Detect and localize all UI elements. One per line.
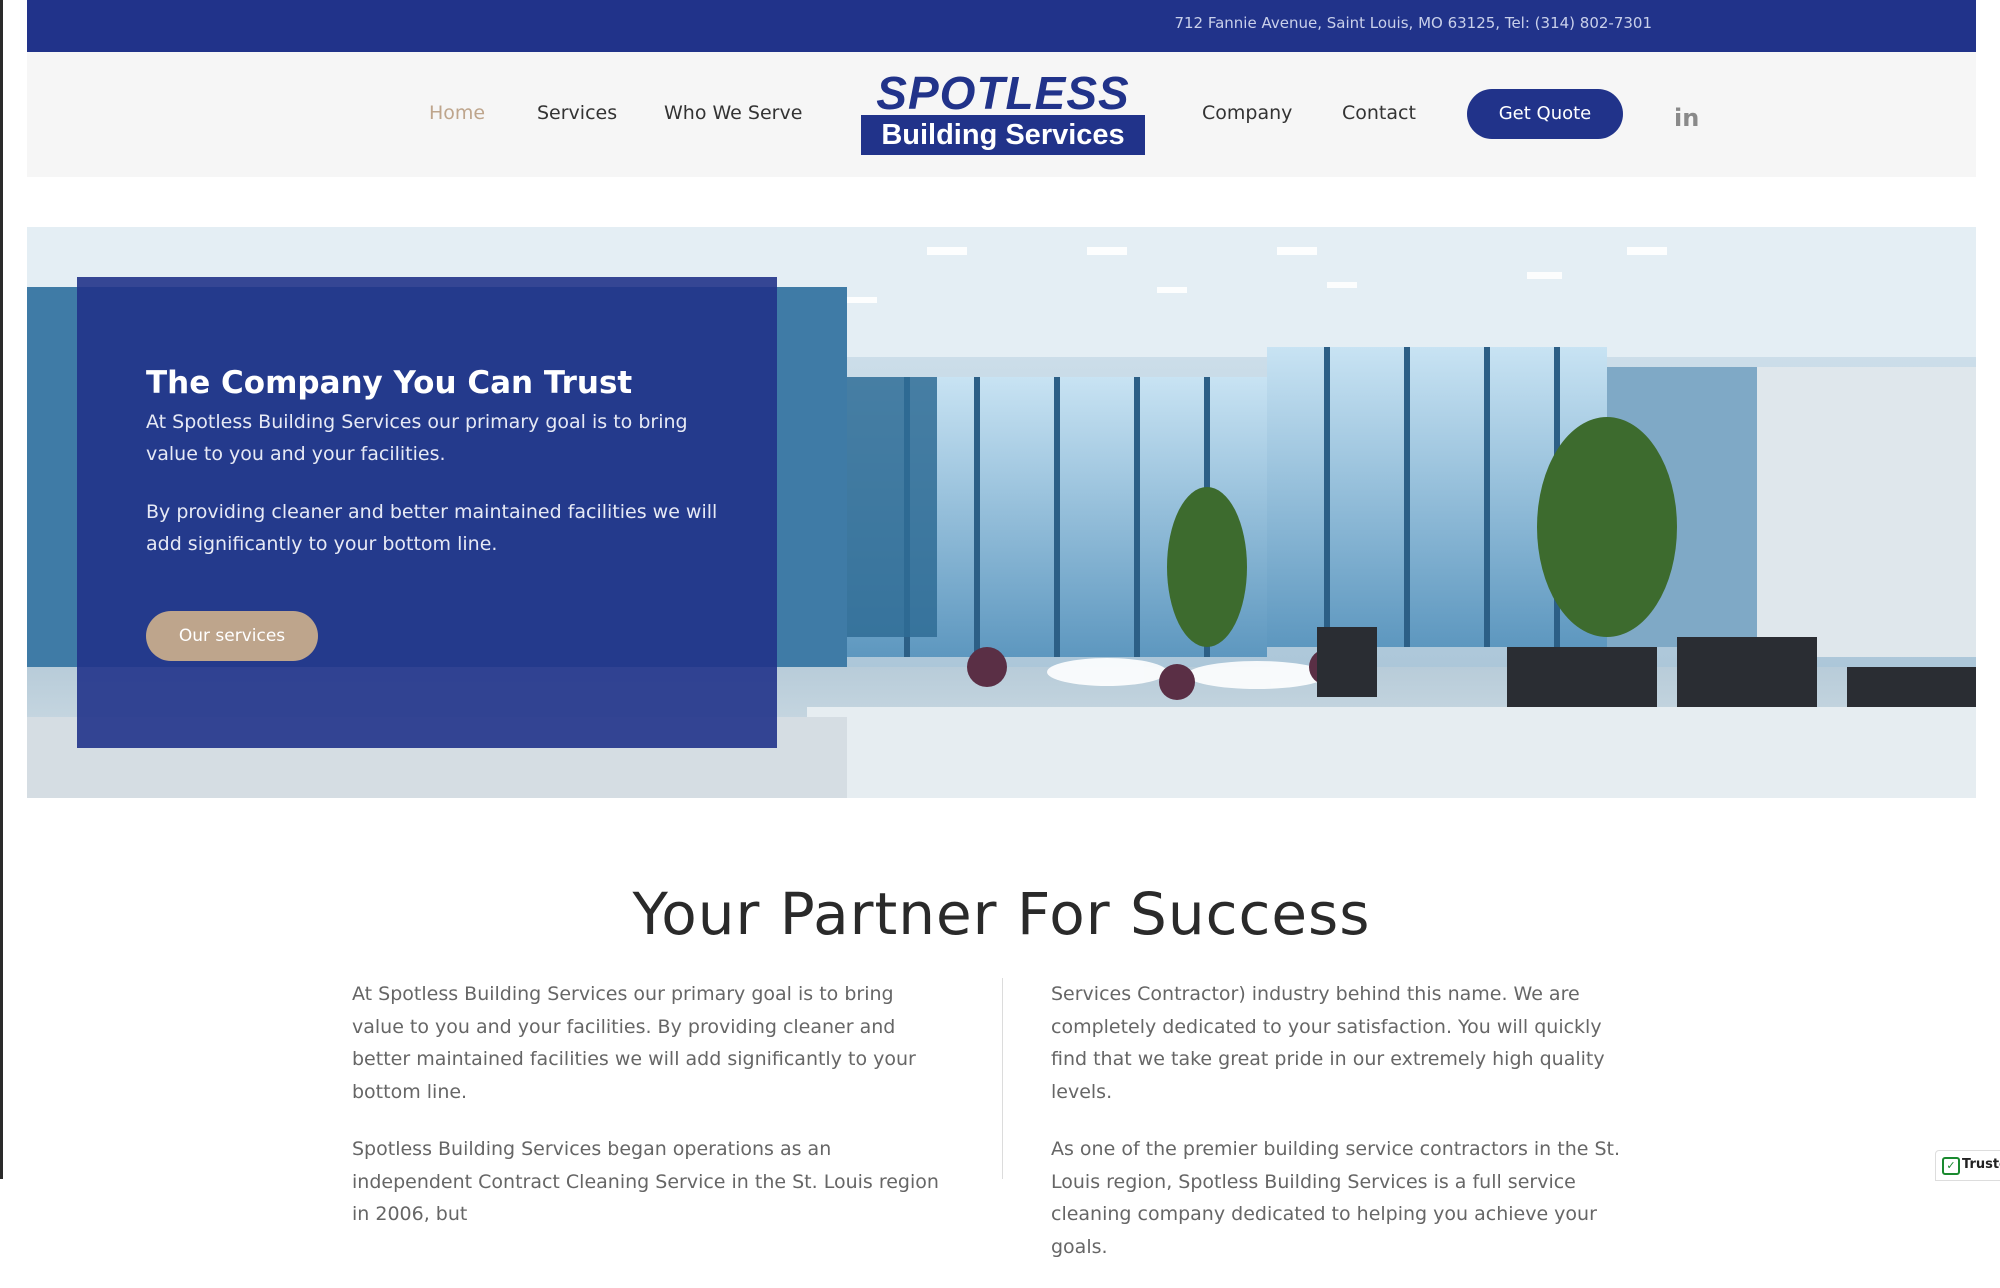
- trust-badge-label: Truste: [1962, 1157, 2000, 1172]
- hero-paragraph-1: At Spotless Building Services our primar…: [146, 411, 688, 465]
- get-quote-button[interactable]: Get Quote: [1467, 89, 1623, 139]
- hero-panel: The Company You Can Trust At Spotless Bu…: [77, 277, 777, 748]
- nav-who-we-serve[interactable]: Who We Serve: [664, 102, 802, 124]
- hero-title: The Company You Can Trust: [146, 365, 633, 401]
- window-edge: [0, 0, 3, 1179]
- intro-right-column: Services Contractor) industry behind thi…: [1051, 978, 1641, 1288]
- logo-subtitle: Building Services: [861, 115, 1145, 155]
- hero-paragraph-2: By providing cleaner and better maintain…: [146, 501, 718, 555]
- linkedin-icon[interactable]: in: [1674, 104, 1699, 132]
- intro-right-paragraph-2: As one of the premier building service c…: [1051, 1138, 1621, 1258]
- nav-company[interactable]: Company: [1202, 102, 1292, 124]
- intro-left-paragraph-1: At Spotless Building Services our primar…: [352, 983, 916, 1103]
- contact-address: 712 Fannie Avenue, Saint Louis, MO 63125…: [1174, 14, 1652, 32]
- our-services-button[interactable]: Our services: [146, 611, 318, 661]
- check-icon: ✓: [1942, 1157, 1960, 1175]
- site-logo[interactable]: SPOTLESS Building Services: [859, 67, 1147, 157]
- nav-services[interactable]: Services: [537, 102, 617, 124]
- column-divider: [1002, 978, 1003, 1179]
- intro-right-paragraph-1: Services Contractor) industry behind thi…: [1051, 983, 1605, 1103]
- intro-left-paragraph-2: Spotless Building Services began operati…: [352, 1138, 939, 1225]
- site-header: Home Services Who We Serve SPOTLESS Buil…: [27, 52, 1976, 177]
- logo-wordmark: SPOTLESS: [876, 67, 1130, 119]
- top-bar: 712 Fannie Avenue, Saint Louis, MO 63125…: [27, 0, 1976, 52]
- nav-contact[interactable]: Contact: [1342, 102, 1416, 124]
- hero-banner: The Company You Can Trust At Spotless Bu…: [27, 227, 1976, 798]
- trust-badge[interactable]: ✓ Truste: [1935, 1150, 2000, 1181]
- intro-left-column: At Spotless Building Services our primar…: [352, 978, 942, 1256]
- nav-home[interactable]: Home: [429, 102, 485, 124]
- section-title: Your Partner For Success: [632, 880, 1371, 948]
